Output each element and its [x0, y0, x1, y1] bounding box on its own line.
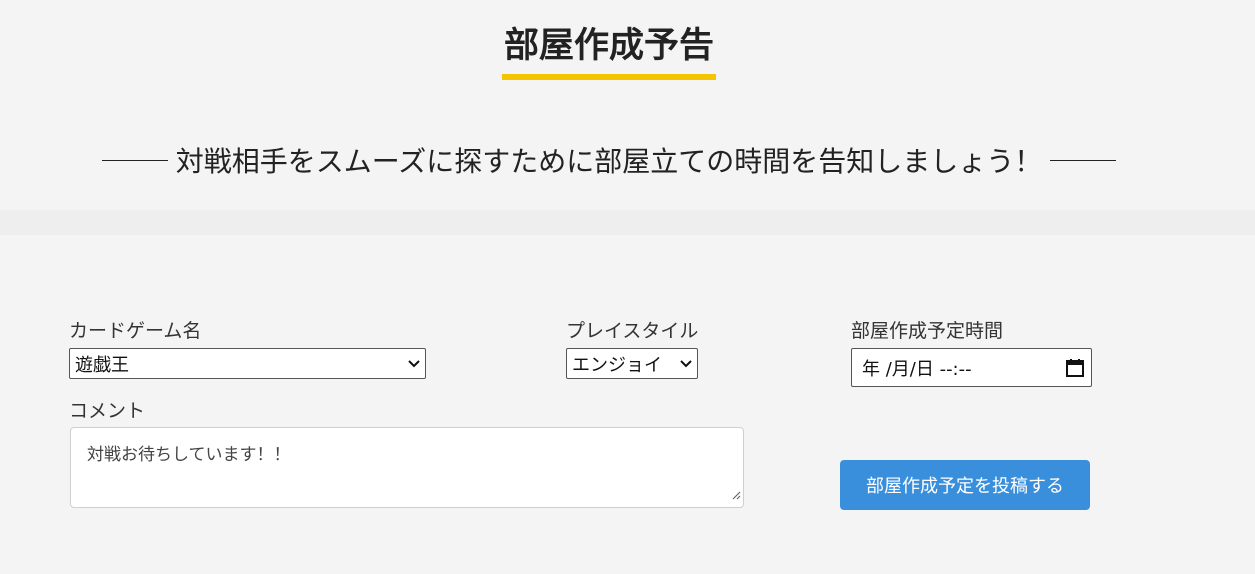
- schedule-datetime-input[interactable]: 年 /月/日 --:--: [851, 348, 1092, 387]
- submit-button[interactable]: 部屋作成予定を投稿する: [840, 460, 1090, 510]
- card-game-select[interactable]: 遊戯王: [69, 348, 426, 379]
- subtitle-text: 対戦相手をスムーズに探すために部屋立ての時間を告知しましょう！: [175, 145, 1043, 178]
- divider-band: [0, 210, 1255, 235]
- comment-textarea[interactable]: 対戦お待ちしています！！: [70, 427, 744, 508]
- resize-grip-icon[interactable]: [731, 485, 741, 505]
- subtitle-line-left: [101, 159, 168, 161]
- comment-label: コメント: [69, 400, 146, 422]
- card-game-label: カードゲーム名: [69, 320, 202, 342]
- chevron-down-icon: [675, 359, 697, 369]
- play-style-value: エンジョイ: [572, 354, 662, 376]
- schedule-value: 年 /月/日 --:--: [862, 358, 972, 380]
- play-style-select[interactable]: エンジョイ: [566, 348, 698, 379]
- subtitle: 対戦相手をスムーズに探すために部屋立ての時間を告知しましょう！: [42, 140, 1176, 180]
- calendar-icon[interactable]: [1059, 358, 1091, 378]
- subtitle-line-right: [1050, 159, 1117, 161]
- play-style-label: プレイスタイル: [566, 320, 699, 342]
- page-title-wrap: 部屋作成予告: [0, 24, 1218, 80]
- comment-placeholder: 対戦お待ちしています！！: [87, 445, 291, 465]
- schedule-label: 部屋作成予定時間: [851, 320, 1004, 342]
- page-title: 部屋作成予告: [501, 24, 716, 80]
- chevron-down-icon: [403, 359, 425, 369]
- card-game-value: 遊戯王: [75, 354, 129, 376]
